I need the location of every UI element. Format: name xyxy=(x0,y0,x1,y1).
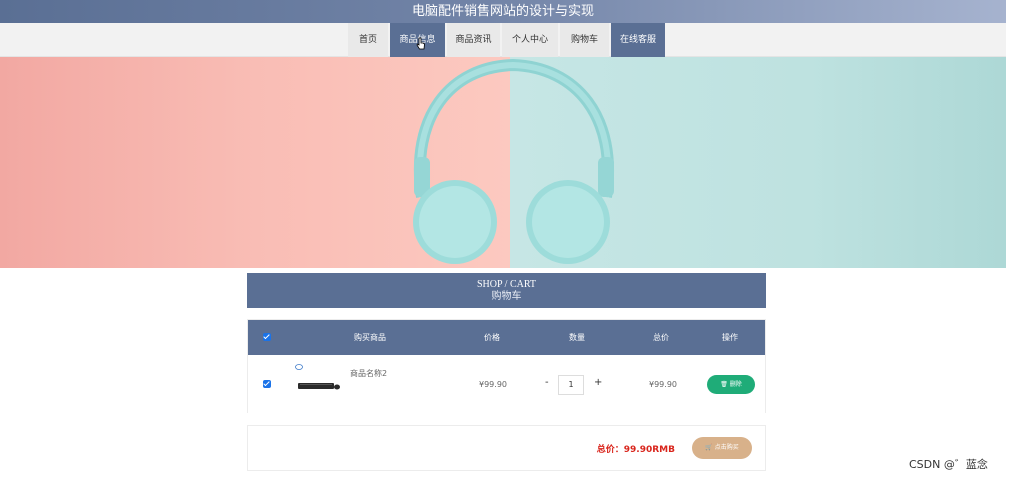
select-all-checkbox[interactable] xyxy=(263,333,271,341)
nav-item-cart[interactable]: 购物车 xyxy=(560,23,609,57)
col-price: 价格 xyxy=(484,333,500,342)
qty-minus-button[interactable]: - xyxy=(545,377,549,388)
delete-label: 删除 xyxy=(729,381,742,388)
nav-item-home[interactable]: 首页 xyxy=(348,23,388,57)
total-price: 总价：99.90RMB xyxy=(596,445,675,455)
delete-button[interactable]: 🗑 删除 xyxy=(707,375,755,394)
trash-icon: 🗑 xyxy=(720,381,728,388)
row-total: ¥99.90 xyxy=(649,380,677,389)
col-product: 购买商品 xyxy=(354,333,386,342)
cart-table: 购买商品 价格 数量 总价 操作 商品名称2 ¥99.90 - 1 + ¥99.… xyxy=(247,319,766,413)
col-total: 总价 xyxy=(653,333,669,342)
cart-icon: 🛒 xyxy=(705,444,713,451)
buy-button[interactable]: 🛒 点击购买 xyxy=(692,437,752,459)
buy-label: 点击购买 xyxy=(714,444,739,451)
hand-cursor-icon xyxy=(416,37,425,50)
table-row: 商品名称2 ¥99.90 - 1 + ¥99.90 🗑 删除 xyxy=(248,355,765,413)
quantity-input[interactable]: 1 xyxy=(558,375,584,395)
nav-items: 首页 商品信息 商品资讯 个人中心 购物车 在线客服 xyxy=(348,23,667,57)
watermark: CSDN @゛蓝念 xyxy=(909,458,988,471)
cart-title-en: SHOP / CART xyxy=(476,279,537,290)
nav-bar: 首页 商品信息 商品资讯 个人中心 购物车 在线客服 xyxy=(0,23,1006,57)
col-quantity: 数量 xyxy=(569,333,585,342)
col-actions: 操作 xyxy=(722,333,738,342)
hero-banner xyxy=(0,57,1006,268)
site-title: 电脑配件销售网站的设计与实现 xyxy=(0,0,1006,23)
nav-item-support[interactable]: 在线客服 xyxy=(611,23,665,57)
cart-header: SHOP / CART 购物车 xyxy=(247,273,766,308)
product-price: ¥99.90 xyxy=(479,380,507,389)
cart-summary: 总价：99.90RMB 🛒 点击购买 xyxy=(247,425,766,471)
qty-plus-button[interactable]: + xyxy=(594,377,602,388)
nav-item-profile[interactable]: 个人中心 xyxy=(502,23,558,57)
keyboard-mouse-image[interactable] xyxy=(294,361,344,397)
product-name[interactable]: 商品名称2 xyxy=(350,368,387,379)
headphones-image xyxy=(413,58,614,264)
nav-item-news[interactable]: 商品资讯 xyxy=(447,23,500,57)
row-checkbox[interactable] xyxy=(263,380,271,388)
table-header: 购买商品 价格 数量 总价 操作 xyxy=(248,320,765,355)
cart-title-cn: 购物车 xyxy=(491,291,522,302)
page: 电脑配件销售网站的设计与实现 首页 商品信息 商品资讯 个人中心 购物车 在线客… xyxy=(0,0,1011,479)
